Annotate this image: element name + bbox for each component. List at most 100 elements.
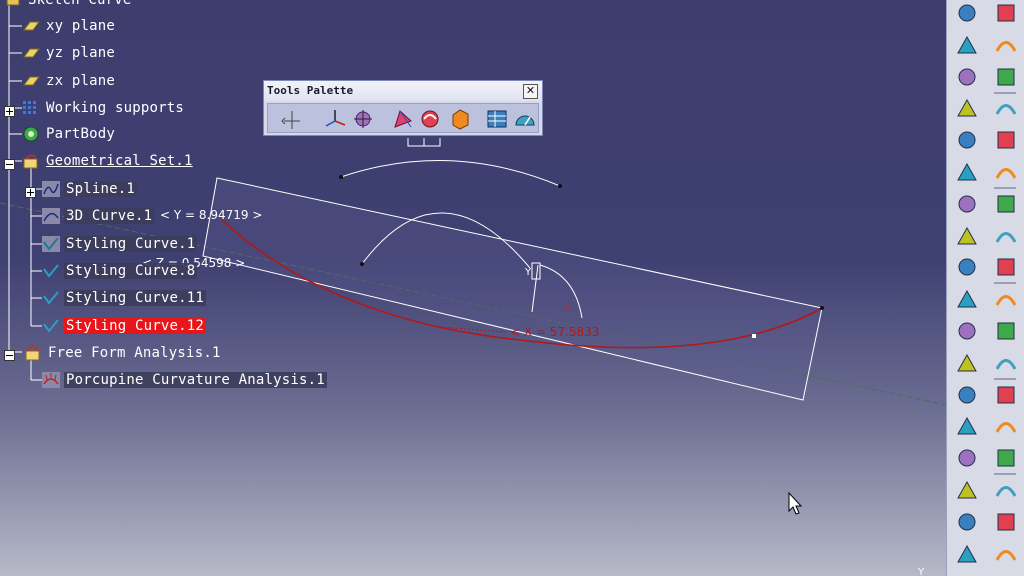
close-icon[interactable]: ✕ [523, 84, 538, 99]
arrow-curve-icon[interactable] [994, 193, 1018, 215]
tree-item-zx-plane[interactable]: zx plane [22, 71, 117, 91]
working-supports-icon [22, 100, 40, 116]
tree-item-styling-curve-1[interactable]: Styling Curve.1 [42, 234, 198, 254]
select-arrow-icon[interactable] [955, 34, 979, 56]
table-icon[interactable] [485, 107, 509, 131]
lens-icon[interactable] [994, 511, 1018, 533]
tree-item-porcupine-analysis[interactable]: Porcupine Curvature Analysis.1 [42, 370, 327, 390]
3d-viewport[interactable]: < Y = 8.94719 > < Z = 0.54598 > < X = 57… [0, 0, 946, 576]
tree-item-styling-curve-11[interactable]: Styling Curve.11 [42, 288, 207, 308]
mesh-icon[interactable] [955, 479, 979, 501]
tree-item-3d-curve[interactable]: 3D Curve.1 [42, 206, 155, 226]
tree-item-styling-curve-8[interactable]: Styling Curve.8 [42, 261, 198, 281]
projection-icon[interactable] [391, 107, 415, 131]
flip-face-icon[interactable] [994, 97, 1018, 119]
delete-icon[interactable] [955, 543, 979, 565]
tree-item-yz-plane[interactable]: yz plane [22, 43, 117, 63]
readout-x: < X = 57.5833 [510, 325, 599, 339]
styling-curve-icon [42, 318, 60, 334]
middle-arc-start-point[interactable] [360, 262, 364, 266]
tree-item-xy-plane[interactable]: xy plane [22, 16, 117, 36]
rectangle-icon[interactable] [955, 352, 979, 374]
sphere-frame-icon[interactable] [955, 511, 979, 533]
pipe-icon[interactable] [994, 256, 1018, 278]
tree-item-working-supports[interactable]: Working supports [22, 98, 186, 118]
styling-curve-icon [42, 263, 60, 279]
toolbar-separator [994, 187, 1016, 189]
snap-point-icon[interactable] [351, 107, 375, 131]
cube-icon[interactable] [994, 34, 1018, 56]
sketch-icon[interactable] [955, 2, 979, 24]
cone-icon[interactable] [955, 384, 979, 406]
tree-item-spline[interactable]: Spline.1 [42, 179, 138, 199]
axis-manipulator-icon[interactable] [280, 107, 304, 131]
plane-icon [22, 45, 40, 61]
toolbar-separator [994, 377, 1016, 380]
top-arc-start-point[interactable] [339, 175, 343, 179]
mirror-icon[interactable] [994, 384, 1018, 406]
spline-icon [42, 181, 60, 197]
shape-fill-icon[interactable] [955, 161, 979, 183]
support-plane[interactable] [202, 177, 823, 401]
plane-icon [22, 18, 40, 34]
tree-item-root[interactable]: Sketch Curve [4, 0, 134, 10]
arc-icon[interactable] [994, 161, 1018, 183]
porcupine-analysis-icon [42, 372, 60, 388]
tree-item-free-form-analysis[interactable]: Free Form Analysis.1 [24, 343, 223, 363]
rotate-icon[interactable] [418, 107, 442, 131]
xyz-icon[interactable] [955, 97, 979, 119]
curve-control-point[interactable] [752, 334, 756, 338]
polyhedron-icon[interactable] [994, 479, 1018, 501]
brush-icon[interactable] [994, 543, 1018, 565]
collapse-free-form-analysis-icon[interactable] [4, 346, 15, 361]
stack-icon[interactable] [994, 320, 1018, 342]
toolbar-separator [994, 473, 1016, 476]
tools-palette[interactable]: Tools Palette ✕ [263, 80, 543, 136]
curvature-icon[interactable] [994, 288, 1018, 310]
blend-icon[interactable] [955, 415, 979, 437]
layers-icon[interactable] [994, 352, 1018, 374]
sphere-icon[interactable] [955, 320, 979, 342]
styling-curve-icon [42, 290, 60, 306]
dots-icon[interactable] [994, 447, 1018, 469]
tree-item-partbody[interactable]: PartBody [22, 124, 117, 144]
ruler-icon[interactable] [955, 193, 979, 215]
3d-curve-icon [42, 208, 60, 224]
solid-icon[interactable] [448, 107, 472, 131]
geometrical-set-icon [22, 153, 40, 169]
analysis-icon[interactable] [955, 225, 979, 247]
top-arc-end-point[interactable] [558, 184, 562, 188]
snap-icon[interactable] [955, 129, 979, 151]
expand-working-supports-icon[interactable] [4, 102, 15, 117]
free-form-analysis-icon [24, 345, 42, 361]
gauge-icon[interactable] [513, 107, 537, 131]
multi-cube-icon[interactable] [994, 66, 1018, 88]
grid-icon[interactable] [994, 225, 1018, 247]
cube-red-icon[interactable] [955, 447, 979, 469]
top-arc[interactable] [340, 160, 561, 187]
curve-3d-icon[interactable] [994, 129, 1018, 151]
curve-end-point[interactable] [820, 306, 824, 310]
expand-spline-icon[interactable] [25, 183, 36, 198]
mouse-cursor-icon [788, 491, 803, 515]
compass-icon[interactable] [323, 107, 347, 131]
tools-palette-bar [267, 103, 539, 133]
tree-item-styling-curve-12[interactable]: Styling Curve.12 [42, 316, 207, 336]
right-toolbar [946, 0, 1024, 576]
compass-x-label: X [564, 304, 571, 315]
surface-icon[interactable] [994, 2, 1018, 24]
palette-connector [407, 138, 441, 147]
collapse-geometrical-set-icon[interactable] [4, 155, 15, 170]
spheres-icon[interactable] [994, 415, 1018, 437]
plane-tool-icon[interactable] [955, 288, 979, 310]
select-power-icon[interactable] [955, 66, 979, 88]
toolbar-separator [994, 91, 1016, 94]
corner-axis-label: Y [917, 567, 925, 576]
partbody-icon [22, 126, 40, 142]
check-icon[interactable] [955, 256, 979, 278]
styling-curve-icon [42, 236, 60, 252]
toolbar-separator [994, 282, 1016, 285]
tree-item-geometrical-set[interactable]: Geometrical Set.1 [22, 151, 195, 171]
plane-icon [22, 73, 40, 89]
tools-palette-title[interactable]: Tools Palette [264, 81, 542, 101]
